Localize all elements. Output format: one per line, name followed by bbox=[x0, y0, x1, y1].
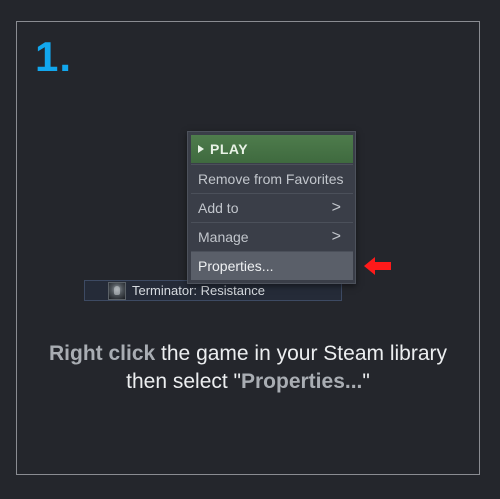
play-icon bbox=[198, 145, 204, 153]
menu-item-manage[interactable]: Manage > bbox=[191, 223, 353, 251]
instruction-text-part: " bbox=[362, 370, 370, 393]
context-menu: PLAY Remove from Favorites Add to > Mana… bbox=[187, 131, 356, 284]
menu-item-properties-label: Properties... bbox=[198, 258, 274, 274]
chevron-right-icon: > bbox=[331, 199, 341, 216]
red-arrow-left-icon bbox=[364, 257, 391, 275]
game-title: Terminator: Resistance bbox=[132, 283, 265, 298]
menu-item-add-to[interactable]: Add to > bbox=[191, 194, 353, 222]
instruction-text: Right click the game in your Steam libra… bbox=[16, 340, 480, 396]
menu-item-play-label: PLAY bbox=[210, 141, 249, 157]
instruction-text-part: the game in your Steam library bbox=[155, 342, 447, 365]
chevron-right-icon: > bbox=[331, 228, 341, 245]
instruction-highlight-properties: Properties... bbox=[241, 370, 363, 393]
instruction-highlight-right-click: Right click bbox=[49, 342, 156, 365]
menu-item-properties[interactable]: Properties... bbox=[191, 252, 353, 280]
menu-item-manage-label: Manage bbox=[198, 229, 249, 245]
instruction-text-part: then select " bbox=[126, 370, 241, 393]
menu-item-remove-favorites[interactable]: Remove from Favorites bbox=[191, 165, 353, 193]
menu-item-add-to-label: Add to bbox=[198, 200, 239, 216]
game-thumbnail-icon bbox=[108, 282, 126, 300]
menu-item-remove-favorites-label: Remove from Favorites bbox=[198, 171, 344, 187]
step-number: 1. bbox=[35, 33, 73, 80]
menu-item-play[interactable]: PLAY bbox=[191, 135, 353, 163]
